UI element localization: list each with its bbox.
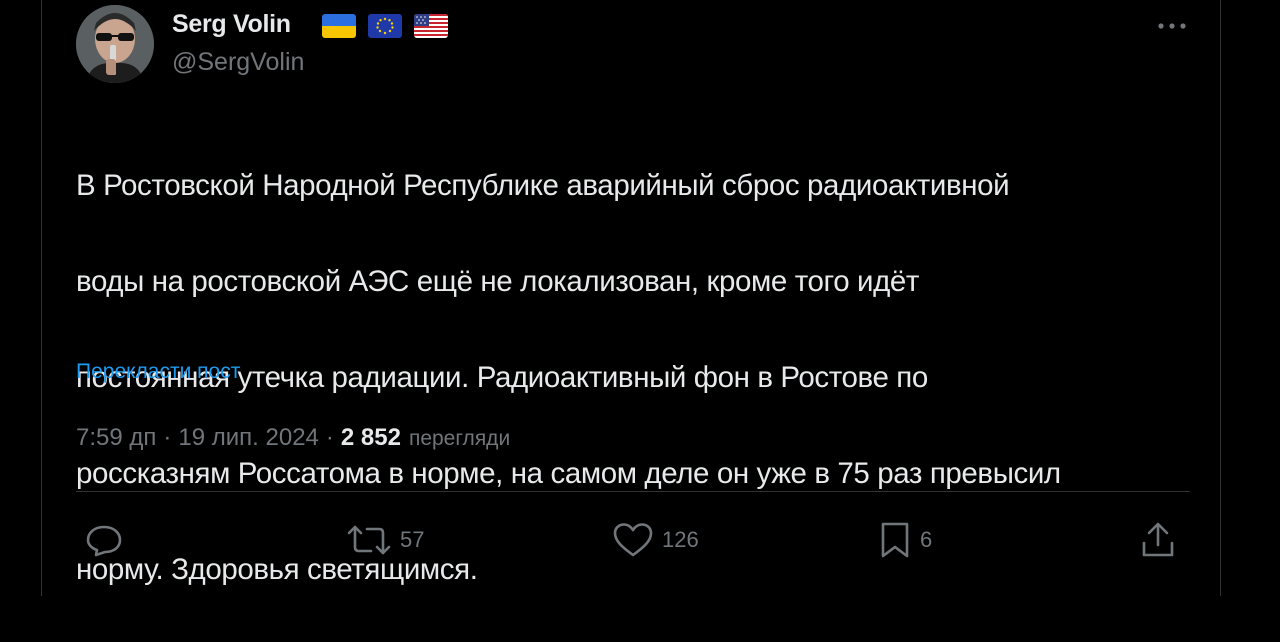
translate-post-link[interactable]: Перекласти пост	[76, 360, 240, 384]
share-button[interactable]	[1140, 520, 1184, 560]
more-options-button[interactable]	[1152, 6, 1192, 46]
repost-icon	[347, 525, 391, 555]
bookmark-button[interactable]: 6	[878, 520, 932, 560]
like-count: 126	[662, 527, 699, 552]
repost-button[interactable]: 57	[346, 520, 424, 560]
meta-separator: ·	[163, 424, 172, 451]
author-display-name[interactable]: Serg Volin	[172, 10, 291, 39]
reply-button[interactable]	[84, 520, 132, 560]
repost-count: 57	[400, 527, 425, 552]
post-text-line: воды на ростовской АЭС ещё не локализова…	[76, 265, 920, 298]
reply-icon	[86, 525, 122, 557]
bookmark-count: 6	[920, 527, 933, 552]
post-text-line: постоянная утечка радиации. Радиоактивны…	[76, 361, 928, 394]
post-text: В Ростовской Народной Республике аварийн…	[76, 114, 1216, 642]
views-label: перегляди	[408, 427, 511, 450]
post-meta: 7:59 дп · 19 лип. 2024 · 2 852 перегляди	[76, 424, 510, 452]
post-date[interactable]: 19 лип. 2024	[178, 424, 319, 452]
share-icon	[1142, 522, 1174, 557]
like-button[interactable]: 126	[612, 520, 699, 560]
bookmark-icon	[881, 522, 909, 558]
author-flags	[322, 14, 448, 38]
views-count: 2 852	[340, 424, 401, 451]
usa-flag-icon	[414, 14, 448, 38]
more-horizontal-icon	[1158, 23, 1186, 29]
post-time[interactable]: 7:59 дп	[76, 424, 156, 452]
author-handle[interactable]: @SergVolin	[172, 48, 304, 77]
heart-icon	[613, 523, 653, 557]
avatar[interactable]	[76, 5, 154, 83]
eu-flag-icon	[368, 14, 402, 38]
post-text-line: В Ростовской Народной Республике аварийн…	[76, 169, 1010, 202]
divider	[76, 491, 1190, 492]
ukraine-flag-icon	[322, 14, 356, 38]
meta-separator: ·	[325, 424, 334, 451]
